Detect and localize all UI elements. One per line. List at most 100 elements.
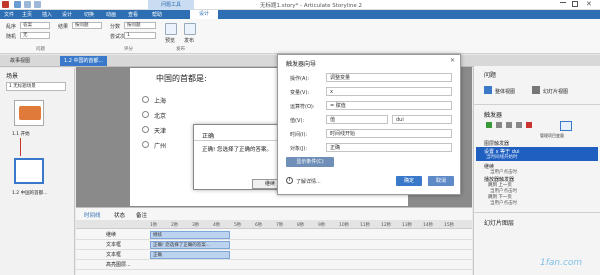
tab-help[interactable]: 帮助 (152, 11, 162, 18)
question-text: 中国的首都是: (156, 74, 207, 83)
save-icon[interactable] (14, 1, 21, 8)
new-trigger-icon[interactable] (486, 122, 492, 128)
manage-variables-label[interactable]: 管理项目变量 (540, 133, 564, 139)
slide-thumbnail-2[interactable] (14, 158, 44, 184)
preview-label[interactable]: 预览 (165, 37, 175, 44)
timeline-row[interactable]: 高亮图层... (76, 260, 472, 270)
tab-insert[interactable]: 插入 (42, 11, 52, 18)
maximize-icon[interactable] (572, 1, 578, 7)
title-bar: 无标题1.story* - Articulate Storyline 2 问题工… (0, 0, 600, 10)
ruler-tick-label: 6秒 (255, 223, 263, 228)
row-name: 继续 (106, 232, 117, 238)
ruler-tick-label: 11秒 (360, 223, 371, 228)
trigger-selected-row[interactable]: 设置 x 等于 dui 当时间线开始时 (476, 147, 598, 161)
timeline-row[interactable]: 文本框 正确 (76, 250, 472, 260)
trigger-wizard-dialog: 触发器向导 ✕ 操作(A): 调整变量 变量(V): x 运算符(O): = 赋… (277, 54, 461, 195)
form-view-label[interactable]: 整体视图 (495, 88, 515, 95)
info-icon: i (286, 177, 293, 184)
option-radio-2[interactable] (142, 111, 149, 118)
slide-layers-title: 幻灯片图层 (484, 220, 515, 227)
panel-divider-2 (474, 212, 600, 213)
row-bar[interactable]: 继续 (150, 231, 230, 239)
manage-variables-icon[interactable] (560, 121, 572, 131)
tab-question-design[interactable]: 设计 (190, 10, 218, 19)
ruler-tick-label: 9秒 (318, 223, 326, 228)
window-title: 无标题1.story* - Articulate Storyline 2 (260, 3, 362, 9)
row-name: 高亮图层... (106, 262, 131, 268)
scene-select[interactable]: 1 无标题场景 (6, 82, 66, 91)
thumbnail-1-label: 1.1 开始 (12, 132, 30, 137)
option-radio-4[interactable] (142, 141, 149, 148)
thumbnail-image (19, 106, 41, 120)
score-label: 分数 (110, 24, 121, 30)
show-conditions-button[interactable]: 显示条件(C) (286, 157, 334, 167)
tab-story-view[interactable]: 故事视图 (6, 56, 34, 66)
slide-view-icon[interactable] (532, 86, 540, 94)
variable-label: 变量(V): (290, 90, 310, 96)
random-select[interactable]: 无 (20, 32, 50, 39)
when-label: 时间(I): (290, 132, 308, 138)
feedback-select[interactable]: 按问题 (72, 22, 102, 29)
ruler-tick-label: 10秒 (339, 223, 350, 228)
action-select[interactable]: 调整变量 (326, 73, 452, 82)
tab-timeline[interactable]: 时间线 (84, 211, 101, 219)
app-logo-icon (2, 1, 9, 8)
tab-view[interactable]: 查看 (128, 11, 138, 18)
paste-trigger-icon[interactable] (516, 122, 522, 128)
questions-title: 问题 (484, 72, 497, 79)
publish-label[interactable]: 发布 (184, 37, 194, 44)
tab-current-slide[interactable]: 1.2 中国的首都... (60, 56, 108, 66)
edit-trigger-icon[interactable] (496, 122, 502, 128)
action-label: 操作(A): (290, 76, 310, 82)
tab-animations[interactable]: 动画 (106, 11, 116, 18)
when-select[interactable]: 时间线开始 (326, 129, 452, 138)
ruler-tick-label: 5秒 (234, 223, 242, 228)
copy-trigger-icon[interactable] (506, 122, 512, 128)
ruler-tick-label: 13秒 (402, 223, 413, 228)
trigger-selected-sub: 当时间线开始时 (486, 155, 518, 160)
tab-transitions[interactable]: 切换 (84, 11, 94, 18)
variable-select[interactable]: x (326, 87, 452, 96)
score-select[interactable]: 按问题 (124, 22, 156, 29)
tab-states[interactable]: 状态 (114, 211, 125, 219)
tab-design[interactable]: 设计 (62, 11, 72, 18)
cancel-button[interactable]: 取消 (428, 176, 454, 186)
minimize-icon[interactable] (560, 2, 566, 3)
ruler-tick-label: 4秒 (213, 223, 221, 228)
ok-button[interactable]: 确定 (396, 176, 422, 186)
option-label-2: 北京 (154, 113, 167, 120)
group-publish-label: 发布 (176, 47, 185, 52)
object-select[interactable]: 正确 (326, 143, 452, 152)
option-radio-3[interactable] (142, 126, 149, 133)
learn-more-link[interactable]: 了解详情... (296, 178, 321, 185)
tab-file[interactable]: 文件 (4, 11, 14, 18)
row-bar[interactable]: 正确 (150, 251, 230, 259)
value-input[interactable]: dui (392, 115, 452, 124)
shuffle-label: 乱序 (6, 24, 17, 30)
tab-home[interactable]: 主页 (22, 11, 32, 18)
timeline-row[interactable]: 文本框 正确! 您选择了正确的答案... (76, 240, 472, 250)
attempts-select[interactable]: 1 (124, 32, 156, 39)
delete-trigger-icon[interactable] (526, 122, 532, 128)
dialog-close-icon[interactable]: ✕ (450, 57, 455, 64)
slide-thumbnail-1[interactable] (14, 100, 44, 126)
ruler-ticks: 1秒 2秒 3秒 4秒 5秒 6秒 7秒 8秒 9秒 10秒 11秒 12秒 13秒 14秒 15秒 (150, 221, 470, 229)
undo-icon[interactable] (24, 1, 31, 8)
value-type-select[interactable]: 值 (326, 115, 388, 124)
form-view-icon[interactable] (484, 86, 492, 94)
option-radio-1[interactable] (142, 96, 149, 103)
slide-view-label[interactable]: 幻灯片视图 (543, 88, 568, 95)
redo-icon[interactable] (34, 1, 41, 8)
row-bar[interactable]: 正确! 您选择了正确的答案... (150, 241, 230, 249)
preview-icon[interactable] (165, 23, 177, 35)
shuffle-select[interactable]: 答案 (20, 22, 50, 29)
row-name: 文本框 (106, 242, 122, 248)
object-label: 对象(J): (290, 146, 308, 152)
publish-icon[interactable] (184, 23, 196, 35)
timeline-row[interactable]: 继续 继续 (76, 230, 472, 240)
tab-notes[interactable]: 备注 (136, 211, 147, 219)
close-icon[interactable]: ✕ (586, 0, 592, 8)
option-label-4: 广州 (154, 143, 167, 150)
operator-select[interactable]: = 赋值 (326, 101, 452, 110)
context-tab-label: 问题工具 (148, 0, 194, 10)
